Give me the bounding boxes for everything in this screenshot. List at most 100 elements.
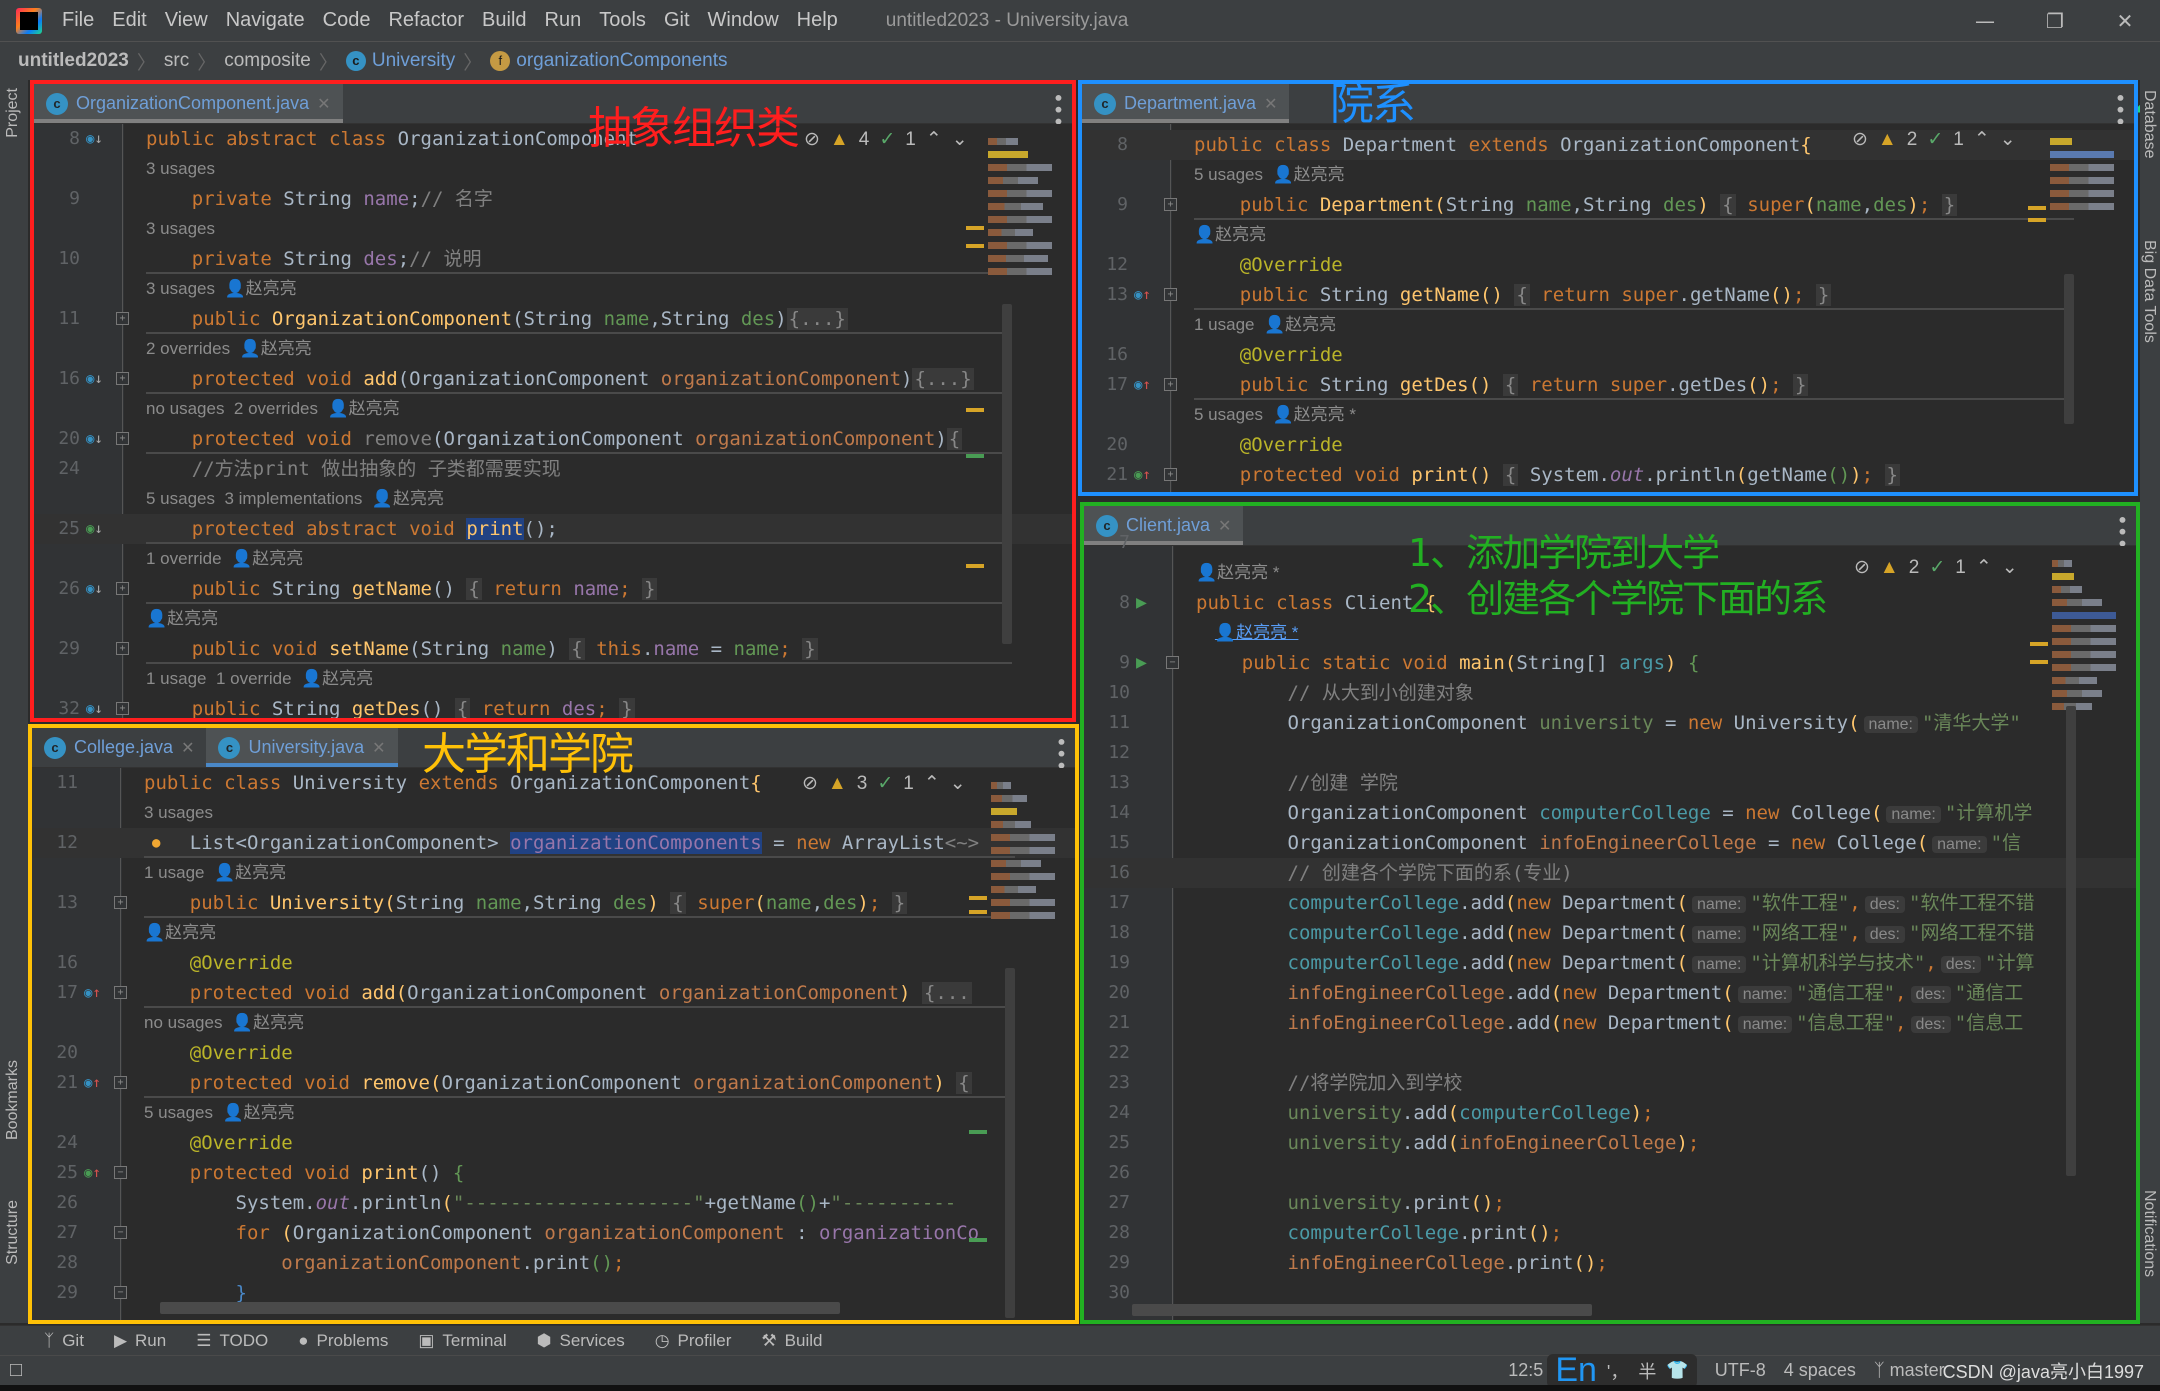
code-vision-hint[interactable]: 5 usages 👤赵亮亮 bbox=[32, 1098, 1075, 1128]
change-marker[interactable] bbox=[969, 1238, 987, 1242]
vertical-scrollbar[interactable] bbox=[2066, 706, 2076, 1176]
hidden-icon[interactable]: ⊘ bbox=[1854, 556, 1870, 579]
close-tab-icon[interactable]: ✕ bbox=[1264, 94, 1277, 114]
code-vision-hint[interactable]: 5 usages 👤赵亮亮 bbox=[1082, 160, 2134, 190]
override-down-icon[interactable]: ◉↓ bbox=[86, 364, 103, 394]
indent-setting[interactable]: 4 spaces bbox=[1784, 1360, 1856, 1381]
expand-fold-icon[interactable]: + bbox=[116, 312, 129, 325]
run-tool-button[interactable]: ▶ Run bbox=[114, 1331, 166, 1351]
git-branch-widget[interactable]: ᛉ master bbox=[1874, 1360, 1945, 1381]
minimap[interactable] bbox=[2050, 132, 2114, 352]
expand-fold-icon[interactable]: + bbox=[114, 896, 127, 909]
expand-fold-icon[interactable]: + bbox=[1164, 288, 1177, 301]
vertical-scrollbar[interactable] bbox=[1002, 304, 1012, 644]
prev-highlight-icon[interactable]: ⌃ bbox=[1976, 556, 1992, 579]
warning-marker[interactable] bbox=[966, 226, 984, 230]
override-down-icon[interactable]: ◉↓ bbox=[86, 424, 103, 454]
hidden-icon[interactable]: ⊘ bbox=[802, 772, 818, 795]
code-vision-hint[interactable]: no usages 2 overrides 👤赵亮亮 bbox=[34, 394, 1072, 424]
menu-file[interactable]: File bbox=[62, 9, 94, 32]
ime-indicator[interactable]: En '， 半 👕 bbox=[1547, 1351, 1697, 1389]
code-vision-hint[interactable]: 👤赵亮亮 bbox=[34, 604, 1072, 634]
expand-fold-icon[interactable]: + bbox=[116, 642, 129, 655]
warning-marker[interactable] bbox=[2030, 660, 2048, 664]
inspection-widget[interactable]: ⊘ ▲ 3 ✓ 1 ⌃ ⌄ bbox=[802, 772, 966, 795]
warning-marker[interactable] bbox=[966, 244, 984, 248]
hidden-icon[interactable]: ⊘ bbox=[1852, 128, 1868, 151]
database-tool-button[interactable]: Database bbox=[2140, 90, 2158, 159]
problems-tool-button[interactable]: ● Problems bbox=[298, 1331, 388, 1351]
breadcrumb-package[interactable]: composite bbox=[224, 50, 311, 72]
close-icon[interactable]: ✕ bbox=[2090, 9, 2160, 33]
collapse-fold-icon[interactable]: − bbox=[114, 1166, 127, 1179]
collapse-fold-icon[interactable]: − bbox=[114, 1226, 127, 1239]
close-tab-icon[interactable]: ✕ bbox=[372, 738, 385, 758]
terminal-tool-button[interactable]: ▣ Terminal bbox=[418, 1331, 506, 1351]
menu-navigate[interactable]: Navigate bbox=[226, 9, 305, 32]
profiler-tool-button[interactable]: ◷ Profiler bbox=[655, 1331, 732, 1351]
code-vision-hint[interactable]: 3 usages bbox=[34, 214, 1072, 244]
restore-icon[interactable]: ❐ bbox=[2020, 9, 2090, 33]
code-editor[interactable]: 11 public class University extends Organi… bbox=[32, 768, 1075, 1320]
menu-refactor[interactable]: Refactor bbox=[388, 9, 464, 32]
prev-highlight-icon[interactable]: ⌃ bbox=[924, 772, 940, 795]
build-tool-button[interactable]: ⚒ Build bbox=[761, 1331, 822, 1351]
override-up-icon[interactable]: ◉↑ bbox=[1134, 280, 1151, 310]
tab-college[interactable]: c College.java ✕ bbox=[32, 728, 206, 767]
prev-highlight-icon[interactable]: ⌃ bbox=[926, 128, 942, 151]
code-vision-hint[interactable]: 5 usages 3 implementations 👤赵亮亮 bbox=[34, 484, 1072, 514]
warning-marker[interactable] bbox=[969, 896, 987, 900]
expand-fold-icon[interactable]: + bbox=[116, 432, 129, 445]
file-encoding[interactable]: UTF-8 bbox=[1715, 1360, 1766, 1381]
close-tab-icon[interactable]: ✕ bbox=[317, 94, 330, 114]
breadcrumb-field[interactable]: f organizationComponents bbox=[490, 50, 728, 72]
code-editor[interactable]: 7 👤赵亮亮 * 8 ▶ public class Client { 👤赵亮亮 * 9 ▶ −… bbox=[1084, 532, 2136, 1320]
warning-marker[interactable] bbox=[2030, 642, 2048, 646]
override-down-icon[interactable]: ◉↓ bbox=[86, 124, 103, 154]
close-tab-icon[interactable]: ✕ bbox=[181, 738, 194, 758]
menu-edit[interactable]: Edit bbox=[112, 9, 146, 32]
menu-build[interactable]: Build bbox=[482, 9, 526, 32]
breadcrumb-project[interactable]: untitled2023 bbox=[18, 50, 129, 72]
menu-view[interactable]: View bbox=[165, 9, 208, 32]
vertical-scrollbar[interactable] bbox=[2064, 274, 2074, 424]
change-marker[interactable] bbox=[969, 1130, 987, 1134]
warning-marker[interactable] bbox=[969, 910, 987, 914]
git-tool-button[interactable]: ᛉ Git bbox=[44, 1331, 84, 1351]
run-gutter-icon[interactable]: ▶ bbox=[1136, 588, 1147, 618]
warning-marker[interactable] bbox=[966, 408, 984, 412]
implementation-up-icon[interactable]: ◉↑ bbox=[84, 1158, 101, 1188]
more-options-icon[interactable]: ••• bbox=[2108, 92, 2132, 127]
code-editor[interactable]: 8 ◉↓ public abstract class OrganizationCom… bbox=[34, 124, 1072, 718]
expand-fold-icon[interactable]: + bbox=[114, 986, 127, 999]
menu-help[interactable]: Help bbox=[797, 9, 838, 32]
override-up-icon[interactable]: ◉↑ bbox=[1134, 370, 1151, 400]
code-vision-hint[interactable]: 1 override 👤赵亮亮 bbox=[34, 544, 1072, 574]
horizontal-scrollbar[interactable] bbox=[160, 1302, 840, 1314]
minimap[interactable] bbox=[991, 776, 1055, 996]
project-tool-button[interactable]: Project bbox=[4, 88, 22, 138]
menu-run[interactable]: Run bbox=[545, 9, 582, 32]
tab-department[interactable]: c Department.java ✕ bbox=[1082, 84, 1290, 123]
code-vision-hint[interactable]: no usages 👤赵亮亮 bbox=[32, 1008, 1075, 1038]
minimize-icon[interactable]: — bbox=[1950, 9, 2020, 33]
override-up-icon[interactable]: ◉↑ bbox=[84, 978, 101, 1008]
menu-tools[interactable]: Tools bbox=[599, 9, 646, 32]
change-marker[interactable] bbox=[966, 454, 984, 458]
next-highlight-icon[interactable]: ⌄ bbox=[952, 128, 968, 151]
todo-tool-button[interactable]: ☰ TODO bbox=[196, 1331, 268, 1351]
collapse-fold-icon[interactable]: − bbox=[1166, 656, 1179, 669]
menu-window[interactable]: Window bbox=[708, 9, 779, 32]
expand-fold-icon[interactable]: + bbox=[1164, 378, 1177, 391]
warning-marker[interactable] bbox=[966, 564, 984, 568]
implementation-up-icon[interactable]: ◉↑ bbox=[1134, 460, 1151, 490]
code-editor[interactable]: 8 public class Department extends Organiz… bbox=[1082, 124, 2134, 492]
notifications-tool-button[interactable]: Notifications bbox=[2140, 1190, 2158, 1277]
collapse-fold-icon[interactable]: − bbox=[114, 1286, 127, 1299]
horizontal-scrollbar[interactable] bbox=[1132, 1304, 1592, 1316]
code-vision-hint[interactable]: 3 usages bbox=[34, 154, 1072, 184]
inspection-widget[interactable]: ⊘ ▲ 2 ✓ 1 ⌃ ⌄ bbox=[1854, 556, 2018, 579]
code-vision-hint[interactable]: 3 usages 👤赵亮亮 bbox=[34, 274, 1072, 304]
code-vision-hint[interactable]: 2 overrides 👤赵亮亮 bbox=[34, 334, 1072, 364]
services-tool-button[interactable]: ⬢ Services bbox=[537, 1331, 625, 1351]
